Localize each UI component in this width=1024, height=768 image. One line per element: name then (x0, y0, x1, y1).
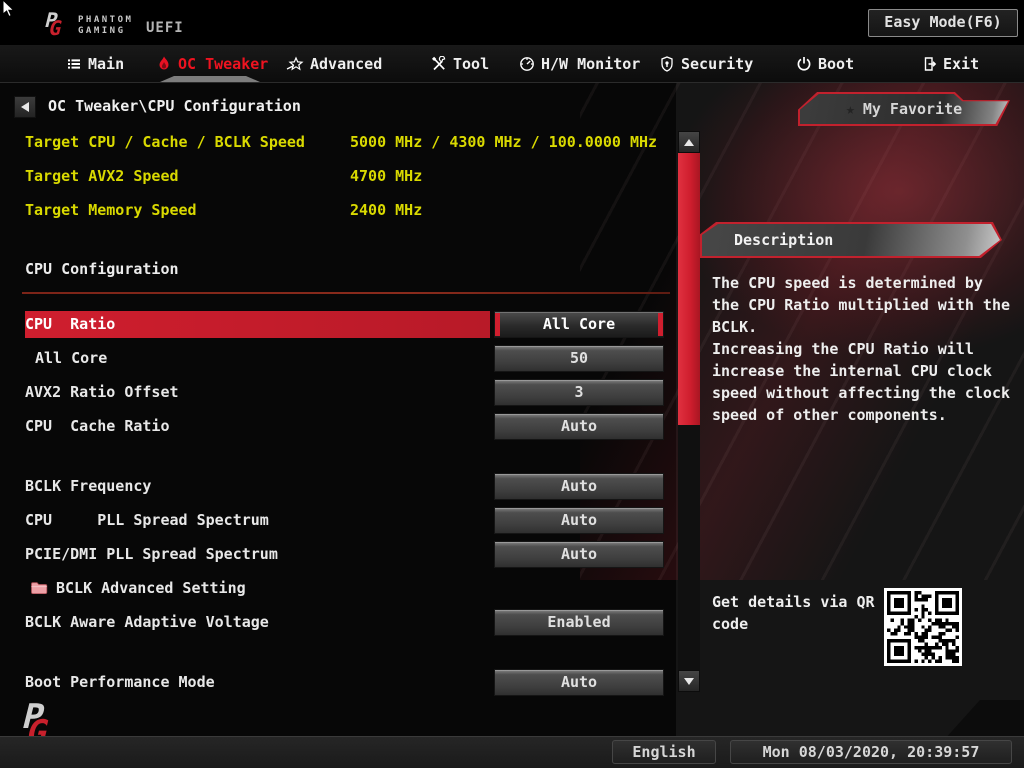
back-icon (21, 102, 29, 112)
door-icon (924, 56, 937, 71)
row-label: PCIE/DMI PLL Spread Spectrum (25, 545, 278, 563)
active-tab-underline (160, 76, 260, 82)
cpu-ratio-value-button[interactable]: All Core (494, 311, 664, 338)
scrollbar (678, 131, 700, 692)
cache-ratio-value-button[interactable]: Auto (494, 413, 664, 440)
row-label: All Core (35, 349, 108, 367)
favorite-star-icon: ★ (845, 100, 855, 118)
row-label: AVX2 Ratio Offset (25, 383, 179, 401)
bclk-aware-value-button[interactable]: Enabled (494, 609, 664, 636)
scroll-down-icon (684, 677, 694, 685)
avx2-offset-value-button[interactable]: 3 (494, 379, 664, 406)
all-core-value-button[interactable]: 50 (494, 345, 664, 372)
target-avx2-row: Target AVX2 Speed 4700 MHz (0, 167, 676, 187)
row-boot-performance-mode[interactable]: Boot Performance Mode Auto (0, 669, 676, 696)
row-bclk-frequency[interactable]: BCLK Frequency Auto (0, 473, 676, 500)
brand-phantom: PHANTOM (78, 15, 134, 25)
nav-boot[interactable]: Boot (796, 45, 854, 82)
shield-icon (661, 55, 673, 72)
target-cpu-value: 5000 MHz / 4300 MHz / 100.0000 MHz (350, 133, 658, 151)
brand-uefi: UEFI (146, 20, 184, 36)
pcie-dmi-pll-value-button[interactable]: Auto (494, 541, 664, 568)
list-icon (68, 58, 80, 69)
nav-main[interactable]: Main (66, 45, 124, 82)
nav-exit[interactable]: Exit (921, 45, 979, 82)
description-title: Description (702, 224, 1000, 256)
folder-icon (31, 582, 48, 594)
bios-screen: P G PHANTOM GAMING UEFI Easy Mode(F6) Ma… (0, 0, 1024, 768)
target-cpu-row: Target CPU / Cache / BCLK Speed 5000 MHz… (0, 133, 676, 153)
scroll-down-button[interactable] (678, 670, 700, 692)
row-all-core[interactable]: All Core 50 (0, 345, 676, 372)
scrollbar-thumb[interactable] (678, 153, 700, 425)
phantom-gaming-logo-icon: P G (43, 10, 65, 38)
section-title: CPU Configuration (25, 260, 179, 278)
easy-mode-button[interactable]: Easy Mode(F6) (868, 9, 1018, 37)
target-memory-value: 2400 MHz (350, 201, 423, 219)
gauge-icon (520, 56, 534, 71)
description-header: Description (700, 222, 1002, 258)
row-label: BCLK Aware Adaptive Voltage (25, 613, 269, 631)
star-icon (286, 55, 304, 70)
my-favorite-label: My Favorite (862, 100, 963, 118)
target-avx2-value: 4700 MHz (350, 167, 423, 185)
scroll-up-icon (684, 138, 694, 146)
breadcrumb: OC Tweaker\CPU Configuration (48, 97, 301, 115)
nav-exit-label: Exit (943, 54, 980, 73)
nav-advanced-label: Advanced (310, 54, 383, 73)
target-memory-row: Target Memory Speed 2400 MHz (0, 201, 676, 221)
row-cpu-pll-spread-spectrum[interactable]: CPU PLL Spread Spectrum Auto (0, 507, 676, 534)
back-button[interactable] (14, 96, 36, 118)
row-label: CPU Cache Ratio (25, 417, 170, 435)
cpu-pll-value-button[interactable]: Auto (494, 507, 664, 534)
row-label: Boot Performance Mode (25, 673, 215, 691)
nav-security-label: Security (681, 54, 754, 73)
row-pcie-dmi-pll-spread-spectrum[interactable]: PCIE/DMI PLL Spread Spectrum Auto (0, 541, 676, 568)
row-label: CPU Ratio (25, 315, 116, 333)
power-icon (797, 56, 811, 70)
row-bclk-aware-adaptive-voltage[interactable]: BCLK Aware Adaptive Voltage Enabled (0, 609, 676, 636)
nav-hw-monitor[interactable]: H/W Monitor (519, 45, 640, 82)
row-cpu-cache-ratio[interactable]: CPU Cache Ratio Auto (0, 413, 676, 440)
description-text: The CPU speed is determined by the CPU R… (712, 274, 1011, 424)
my-favorite-tab[interactable]: ★ My Favorite (798, 92, 1010, 126)
nav-boot-label: Boot (818, 54, 855, 73)
row-label: BCLK Frequency (25, 477, 152, 495)
target-memory-label: Target Memory Speed (25, 201, 197, 219)
nav-oc-tweaker-label: OC Tweaker (178, 54, 269, 73)
language-button[interactable]: English (612, 740, 716, 764)
brand-gaming: GAMING (78, 26, 126, 36)
bclk-frequency-value-button[interactable]: Auto (494, 473, 664, 500)
boot-performance-value-button[interactable]: Auto (494, 669, 664, 696)
nav-tool-label: Tool (453, 54, 490, 73)
row-avx2-ratio-offset[interactable]: AVX2 Ratio Offset 3 (0, 379, 676, 406)
nav-advanced[interactable]: Advanced (286, 45, 382, 82)
nav-tool[interactable]: Tool (431, 45, 489, 82)
row-cpu-ratio[interactable]: CPU Ratio All Core (0, 311, 676, 338)
nav-main-label: Main (88, 54, 125, 73)
main-menu-bar: Main OC Tweaker Advanced Tool H/W Monito… (0, 45, 1024, 83)
nav-security[interactable]: Security (659, 45, 753, 82)
footer-bar: English Mon 08/03/2020, 20:39:57 (0, 736, 1024, 768)
row-label: CPU PLL Spread Spectrum (25, 511, 269, 529)
qr-caption: Get details via QR code (712, 593, 875, 633)
row-bclk-advanced-setting[interactable]: BCLK Advanced Setting (0, 575, 676, 602)
scroll-up-button[interactable] (678, 131, 700, 153)
row-label: BCLK Advanced Setting (56, 579, 246, 597)
nav-hw-monitor-label: H/W Monitor (541, 54, 641, 73)
datetime-display: Mon 08/03/2020, 20:39:57 (730, 740, 1012, 764)
target-avx2-label: Target AVX2 Speed (25, 167, 179, 185)
section-separator (22, 292, 670, 294)
qr-code (884, 588, 962, 666)
flame-icon (159, 56, 169, 69)
tools-icon (431, 55, 446, 70)
target-cpu-label: Target CPU / Cache / BCLK Speed (25, 133, 305, 151)
